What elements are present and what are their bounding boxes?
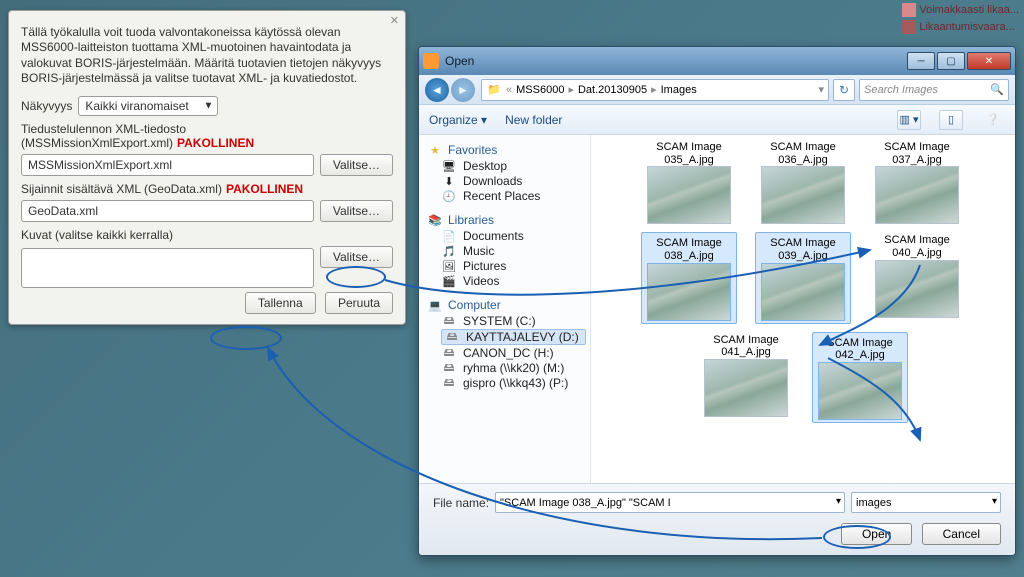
file-thumbnail[interactable]: SCAM Image037_A.jpg (869, 139, 965, 224)
sidebar-drive[interactable]: 🖴CANON_DC (H:) (441, 346, 586, 360)
sidebar-recent[interactable]: 🕘Recent Places (441, 189, 586, 203)
address-bar[interactable]: 📁 « MSS6000▸ Dat.20130905▸ Images ▾ (481, 79, 829, 101)
sidebar-favorites[interactable]: ★Favorites (427, 143, 586, 157)
geo-input[interactable]: GeoData.xml (21, 200, 314, 222)
open-file-dialog: Open ─ ▢ ✕ ◄ ► 📁 « MSS6000▸ Dat.20130905… (418, 46, 1016, 556)
forward-button[interactable]: ► (451, 78, 475, 102)
filename-input[interactable]: "SCAM Image 038_A.jpg" "SCAM I▾ (495, 492, 845, 513)
geo-browse-button[interactable]: Valitse… (320, 200, 393, 222)
xml-label: Tiedustelulennon XML-tiedosto (MSSMissio… (21, 122, 393, 150)
file-thumbnail[interactable]: SCAM Image040_A.jpg (869, 232, 965, 323)
sidebar-desktop[interactable]: 🖥Desktop (441, 159, 586, 173)
import-description: Tällä työkalulla voit tuoda valvontakone… (21, 25, 393, 86)
search-icon: 🔍 (990, 83, 1004, 96)
open-button[interactable]: Open (841, 523, 912, 545)
xml-input[interactable]: MSSMissionXmlExport.xml (21, 154, 314, 176)
cancel-button[interactable]: Peruuta (325, 292, 393, 314)
sidebar-computer[interactable]: 💻Computer (427, 298, 586, 312)
search-input[interactable]: Search Images 🔍 (859, 79, 1009, 101)
organize-menu[interactable]: Organize ▾ (429, 113, 487, 127)
preview-pane-button[interactable]: ▯ (939, 110, 963, 130)
refresh-button[interactable]: ↻ (833, 79, 855, 101)
sidebar-documents[interactable]: 📄Documents (441, 229, 586, 243)
sidebar-drive[interactable]: 🖴ryhma (\\kk20) (M:) (441, 361, 586, 375)
back-button[interactable]: ◄ (425, 78, 449, 102)
images-browse-button[interactable]: Valitse… (320, 246, 393, 268)
close-icon[interactable]: ✕ (390, 14, 399, 27)
close-button[interactable]: ✕ (967, 52, 1011, 70)
save-button[interactable]: Tallenna (245, 292, 316, 314)
map-legend: Voimakkaasti likaa... Likaantumisvaara..… (902, 3, 1019, 37)
minimize-button[interactable]: ─ (907, 52, 935, 70)
firefox-icon (423, 53, 439, 69)
file-thumbnail[interactable]: SCAM Image039_A.jpg (755, 232, 851, 323)
file-thumbnail[interactable]: SCAM Image035_A.jpg (641, 139, 737, 224)
sidebar-drive[interactable]: 🖴KAYTTAJALEVY (D:) (441, 329, 586, 345)
filetype-filter[interactable]: images▾ (851, 492, 1001, 513)
file-thumbnail[interactable]: SCAM Image042_A.jpg (812, 332, 908, 423)
sidebar-pictures[interactable]: 🖼Pictures (441, 259, 586, 273)
sidebar-drive[interactable]: 🖴gispro (\\kkq43) (P:) (441, 376, 586, 390)
sidebar-libraries[interactable]: 📚Libraries (427, 213, 586, 227)
sidebar: ★Favorites 🖥Desktop ⬇Downloads 🕘Recent P… (419, 135, 591, 483)
sidebar-videos[interactable]: 🎬Videos (441, 274, 586, 288)
visibility-select[interactable]: Kaikki viranomaiset ▼ (78, 96, 218, 116)
sidebar-drive[interactable]: 🖴SYSTEM (C:) (441, 314, 586, 328)
file-pane[interactable]: SCAM Image035_A.jpgSCAM Image036_A.jpgSC… (591, 135, 1015, 483)
filename-label: File name: (433, 496, 489, 510)
chevron-down-icon: ▼ (203, 101, 213, 112)
file-thumbnail[interactable]: SCAM Image036_A.jpg (755, 139, 851, 224)
import-dialog: ✕ Tällä työkalulla voit tuoda valvontako… (8, 10, 406, 325)
new-folder-button[interactable]: New folder (505, 113, 562, 127)
visibility-label: Näkyvyys (21, 99, 72, 113)
maximize-button[interactable]: ▢ (937, 52, 965, 70)
cancel-open-button[interactable]: Cancel (922, 523, 1001, 545)
titlebar: Open ─ ▢ ✕ (419, 47, 1015, 75)
file-thumbnail[interactable]: SCAM Image038_A.jpg (641, 232, 737, 323)
images-input[interactable] (21, 248, 314, 288)
sidebar-music[interactable]: 🎵Music (441, 244, 586, 258)
images-label: Kuvat (valitse kaikki kerralla) (21, 228, 393, 242)
window-title: Open (445, 54, 905, 68)
help-button[interactable]: ❔ (981, 110, 1005, 130)
sidebar-downloads[interactable]: ⬇Downloads (441, 174, 586, 188)
xml-browse-button[interactable]: Valitse… (320, 154, 393, 176)
folder-icon: 📁 (486, 83, 502, 97)
file-thumbnail[interactable]: SCAM Image041_A.jpg (698, 332, 794, 423)
view-options-button[interactable]: ▥ ▾ (897, 110, 921, 130)
geo-label: Sijainnit sisältävä XML (GeoData.xml)PAK… (21, 182, 393, 196)
